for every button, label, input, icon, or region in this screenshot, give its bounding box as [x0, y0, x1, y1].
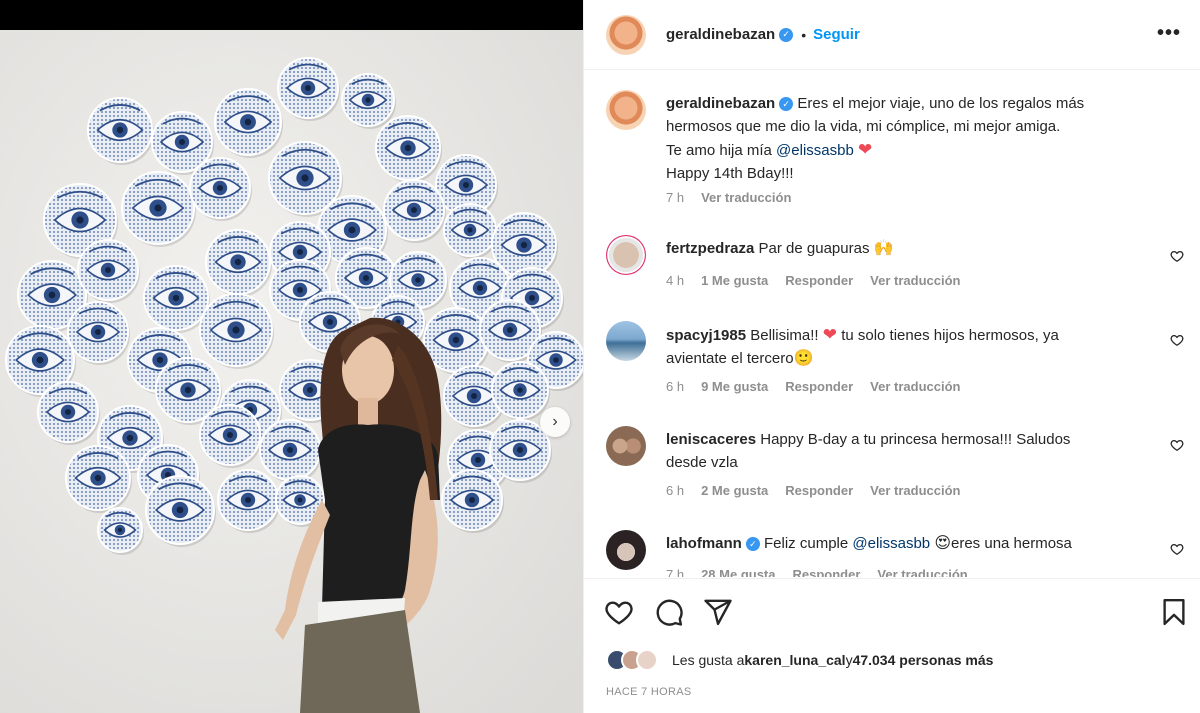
commenter-avatar[interactable] — [606, 426, 646, 466]
comment-body-c: avientate el tercero — [666, 350, 794, 367]
comment-time[interactable]: 7 h — [666, 567, 684, 577]
post-timestamp[interactable]: HACE 7 HORAS — [606, 686, 692, 698]
header-user-info: geraldinebazan ✓ • Seguir — [666, 26, 860, 43]
comment-mention[interactable]: @elissasbb — [852, 535, 930, 552]
comment-like-heart-icon[interactable] — [1170, 438, 1184, 452]
caption-translate-link[interactable]: Ver traducción — [701, 190, 791, 205]
reply-button[interactable]: Responder — [793, 567, 861, 577]
comment-username[interactable]: spacyj1985 — [666, 327, 746, 344]
follow-button[interactable]: Seguir — [813, 26, 860, 43]
comment-body-b: tu solo tienes hijos hermosos, ya — [837, 327, 1059, 344]
commenter-avatar[interactable] — [606, 530, 646, 570]
comment-username[interactable]: lahofmann — [666, 535, 742, 552]
reply-button[interactable]: Responder — [785, 483, 853, 498]
verified-badge-icon: ✓ — [779, 97, 794, 112]
heart-icon[interactable] — [604, 597, 634, 627]
verified-badge-icon: ✓ — [779, 27, 794, 42]
comment-like-heart-icon[interactable] — [1170, 249, 1184, 263]
header-separator: • — [801, 26, 807, 43]
caption-line3: Te amo hija mía — [666, 142, 777, 159]
likes-summary[interactable]: Les gusta a karen_luna_cal y 47.034 pers… — [606, 649, 993, 671]
likes-count[interactable]: 47.034 personas más — [853, 652, 994, 668]
liker-username[interactable]: karen_luna_cal — [744, 652, 845, 668]
liker-avatar — [636, 649, 658, 671]
translate-link[interactable]: Ver traducción — [870, 379, 960, 394]
comment-meta: 7 h 28 Me gusta Responder Ver traducción — [666, 567, 985, 577]
red-heart-emoji-icon: ❤ — [857, 140, 873, 159]
comment-text: lahofmann ✓ Feliz cumple @elissasbb 😍eres… — [666, 532, 1166, 555]
comment-time[interactable]: 4 h — [666, 273, 684, 288]
comment-likes[interactable]: 28 Me gusta — [701, 567, 775, 577]
comment-icon[interactable] — [654, 597, 684, 627]
post-details-panel: geraldinebazan ✓ • Seguir ••• geraldineb… — [583, 0, 1200, 713]
comment-text: spacyj1985 Bellisima!! ❤ tu solo tienes … — [666, 323, 1166, 370]
caption-time[interactable]: 7 h — [666, 190, 684, 205]
caption-meta: 7 h Ver traducción — [666, 190, 808, 205]
comment-text: leniscaceres Happy B-day a tu princesa h… — [666, 428, 1166, 474]
likes-prefix: Les gusta a — [672, 652, 745, 668]
caption-avatar[interactable] — [606, 90, 646, 130]
author-username[interactable]: geraldinebazan — [666, 26, 775, 43]
verified-badge-icon: ✓ — [745, 537, 760, 552]
comment-username[interactable]: leniscaceres — [666, 431, 756, 448]
post-media[interactable]: › — [0, 0, 583, 713]
media-top-strip — [0, 0, 583, 30]
comment-body-a: Bellisima!! — [750, 327, 823, 344]
comment-meta: 4 h 1 Me gusta Responder Ver traducción — [666, 273, 977, 288]
liker-avatars — [606, 649, 664, 671]
comment-body: Par de guapuras — [758, 240, 870, 257]
comment-body-prefix: Feliz cumple — [764, 535, 853, 552]
translate-link[interactable]: Ver traducción — [870, 483, 960, 498]
comment-time[interactable]: 6 h — [666, 379, 684, 394]
more-options-icon[interactable]: ••• — [1157, 22, 1181, 45]
caption-mention[interactable]: @elissasbb — [776, 142, 854, 159]
chevron-right-icon: › — [552, 413, 558, 430]
instagram-post-modal: › geraldinebazan ✓ • Seguir ••• geraldin… — [0, 0, 1200, 713]
comment-likes[interactable]: 9 Me gusta — [701, 379, 768, 394]
commenter-avatar[interactable] — [606, 321, 646, 361]
paper-plane-icon[interactable] — [703, 597, 733, 627]
comment-meta: 6 h 2 Me gusta Responder Ver traducción — [666, 483, 977, 498]
caption-username[interactable]: geraldinebazan — [666, 95, 775, 112]
translate-link[interactable]: Ver traducción — [877, 567, 967, 577]
author-avatar[interactable] — [606, 14, 646, 55]
translate-link[interactable]: Ver traducción — [870, 273, 960, 288]
smile-emoji-icon: 🙂 — [793, 350, 814, 367]
caption-text: geraldinebazan ✓ Eres el mejor viaje, uno… — [666, 92, 1166, 185]
commenter-avatar[interactable] — [606, 235, 646, 275]
likes-middle: y — [845, 652, 853, 668]
photo-illustration — [0, 30, 583, 713]
heart-eyes-emoji-icon: 😍 — [934, 535, 951, 552]
red-heart-emoji-icon: ❤ — [822, 325, 838, 344]
comment-time[interactable]: 6 h — [666, 483, 684, 498]
post-photo[interactable]: › — [0, 30, 583, 713]
comment-like-heart-icon[interactable] — [1170, 542, 1184, 556]
caption-line4: Happy 14th Bday!!! — [666, 165, 794, 182]
comment-likes[interactable]: 1 Me gusta — [701, 273, 768, 288]
comment-like-heart-icon[interactable] — [1170, 333, 1184, 347]
comment-body-b: desde vzla — [666, 454, 738, 471]
caption-line2: hermosos que me dio la vida, mi cómplice… — [666, 118, 1061, 135]
comment-username[interactable]: fertzpedraza — [666, 240, 754, 257]
comment-meta: 6 h 9 Me gusta Responder Ver traducción — [666, 379, 977, 394]
reply-button[interactable]: Responder — [785, 273, 853, 288]
carousel-next-button[interactable]: › — [540, 407, 570, 437]
comment-likes[interactable]: 2 Me gusta — [701, 483, 768, 498]
comment-body-a: Happy B-day a tu princesa hermosa!!! Sal… — [760, 431, 1071, 448]
caption-line1: Eres el mejor viaje, uno de los regalos … — [797, 95, 1085, 112]
post-actions: Les gusta a karen_luna_cal y 47.034 pers… — [584, 578, 1200, 708]
comments-list[interactable]: geraldinebazan ✓ Eres el mejor viaje, uno… — [584, 71, 1200, 577]
raising-hands-emoji-icon: 🙌 — [873, 240, 894, 257]
bookmark-icon[interactable] — [1159, 597, 1189, 627]
comment-body-suffix: eres una hermosa — [951, 535, 1072, 552]
reply-button[interactable]: Responder — [785, 379, 853, 394]
post-header: geraldinebazan ✓ • Seguir ••• — [584, 0, 1200, 70]
comment-text: fertzpedraza Par de guapuras 🙌 — [666, 237, 1166, 260]
